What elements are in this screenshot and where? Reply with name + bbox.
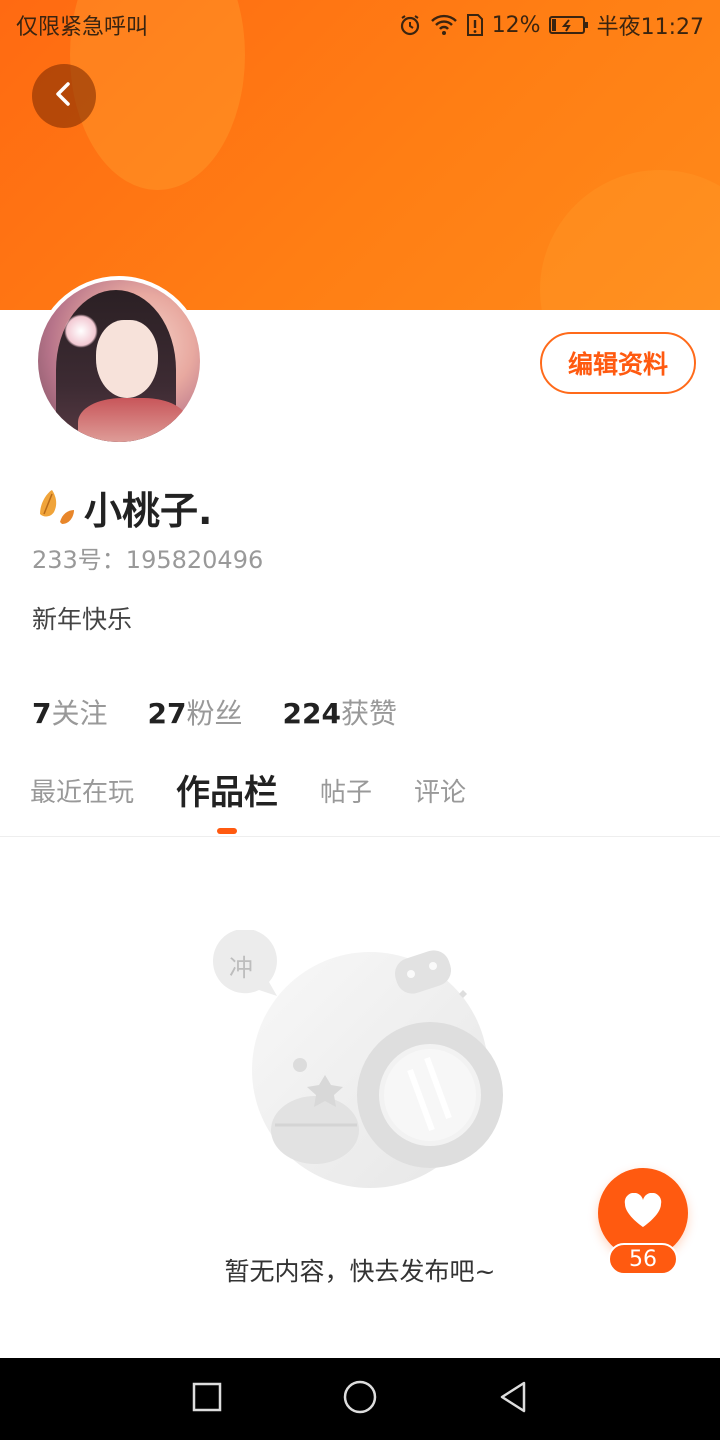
stat-label: 关注 [51, 697, 108, 730]
nav-recent-apps-button[interactable] [177, 1369, 237, 1429]
name-row: 小桃子. [34, 480, 212, 535]
heart-icon [623, 1192, 663, 1233]
bubble-text: 冲 [229, 954, 253, 982]
banner-decoration [540, 170, 720, 310]
stat-label: 粉丝 [186, 697, 243, 730]
stat-following[interactable]: 7关注 [32, 692, 108, 732]
stat-likes[interactable]: 224获赞 [282, 692, 396, 732]
tab-comments[interactable]: 评论 [414, 770, 466, 816]
stat-number: 7 [32, 697, 52, 730]
battery-percent: 12% [491, 12, 541, 38]
stats-row: 7关注 27粉丝 224获赞 [32, 692, 397, 732]
avatar-image [38, 280, 200, 442]
leaf-badge-icon [34, 484, 82, 532]
back-button[interactable] [32, 64, 96, 128]
status-carrier-text: 仅限紧急呼叫 [16, 15, 149, 40]
circle-home-icon [342, 1379, 378, 1419]
avatar[interactable] [34, 276, 204, 446]
tab-recently-played[interactable]: 最近在玩 [30, 770, 134, 816]
bio: 新年快乐 [32, 605, 133, 634]
triangle-back-icon [496, 1380, 530, 1418]
status-time: 半夜11:27 [596, 15, 704, 40]
user-id: 233号：195820496 [32, 546, 264, 574]
nav-back-button[interactable] [483, 1369, 543, 1429]
like-count-badge: 56 [608, 1243, 678, 1275]
status-bar: 仅限紧急呼叫 12% 半夜11:27 [0, 0, 720, 50]
tab-works[interactable]: 作品栏 [176, 770, 278, 834]
system-nav-bar [0, 1358, 720, 1440]
battery-charging-icon [548, 14, 589, 36]
chevron-left-icon [49, 79, 79, 113]
nav-home-button[interactable] [330, 1369, 390, 1429]
tab-divider [0, 836, 720, 837]
tab-posts[interactable]: 帖子 [320, 770, 372, 816]
empty-state-illustration: 冲 [205, 928, 515, 1210]
username: 小桃子. [84, 489, 213, 533]
sim-alert-icon [466, 13, 484, 37]
square-recent-icon [191, 1381, 223, 1417]
wifi-icon [430, 13, 458, 37]
profile-tabs: 最近在玩 作品栏 帖子 评论 [30, 770, 508, 834]
alarm-icon [398, 13, 422, 37]
stat-label: 获赞 [340, 697, 397, 730]
stat-number: 224 [282, 697, 341, 730]
stat-number: 27 [147, 697, 187, 730]
stat-followers[interactable]: 27粉丝 [148, 692, 243, 732]
edit-profile-button[interactable]: 编辑资料 [540, 332, 696, 394]
